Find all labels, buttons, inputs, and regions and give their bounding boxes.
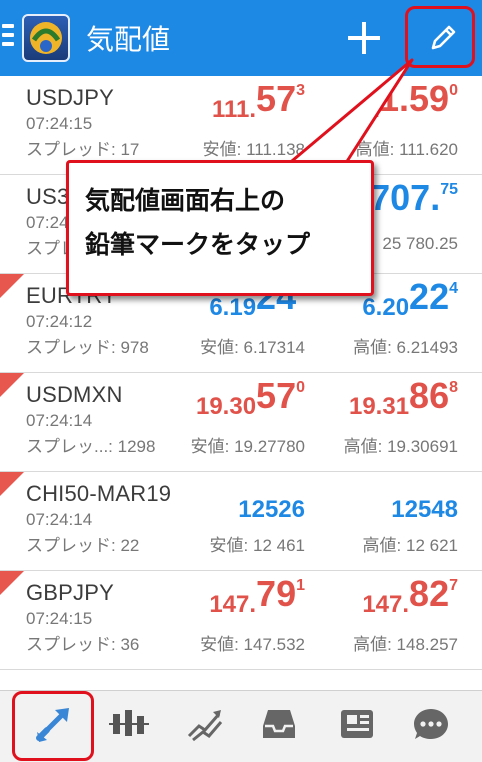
page-title: 気配値 [86, 23, 171, 56]
flag-marker [0, 571, 24, 595]
ask-price: 6.20224 [362, 276, 458, 321]
chart-candles-icon[interactable] [106, 701, 152, 747]
bid-price-big: 57 [256, 375, 297, 416]
ask-price-fraction: 75 [440, 181, 458, 198]
app-header: 気配値 [0, 0, 482, 76]
flag-marker [0, 472, 24, 496]
ask-price-big: 707. [370, 177, 441, 218]
quote-time: 07:24:12 [26, 312, 93, 331]
low-value: 安値: 6.17314 [200, 338, 305, 357]
spread-value: スプレッド: 17 [26, 140, 140, 159]
inbox-icon[interactable] [256, 701, 302, 747]
pencil-icon[interactable] [428, 23, 458, 53]
symbol-name: GBPJPY [26, 580, 115, 605]
ask-price: 12548 [391, 496, 458, 523]
quote-row[interactable]: CHI50-MAR19 07:24:14 スプレッド: 22 12526 12548 安値… [0, 472, 482, 571]
symbol-name: USDJPY [26, 85, 114, 110]
high-value: 高値: 12 621 [362, 536, 458, 555]
bid-price: 12526 [238, 474, 305, 523]
high-value: 高値: 19.30691 [343, 437, 458, 456]
ask-price-fraction: 0 [449, 82, 458, 99]
flag-marker [0, 373, 24, 397]
bid-price-prefix: 147. [209, 591, 257, 618]
bid-price-prefix: 111. [211, 96, 257, 123]
ask-price-prefix: 1 [365, 96, 380, 123]
ask-price-big: 86 [409, 375, 450, 416]
ask-price-prefix: 6.20 [362, 294, 410, 321]
bid-price: 12526 [238, 496, 305, 523]
ask-price-big: 82 [409, 573, 450, 614]
quote-time: 07:24:14 [26, 510, 93, 529]
symbol-name: CHI50-MAR19 [26, 481, 172, 506]
bid-price-big: 57 [256, 78, 297, 119]
bid-price: 111.573 [211, 78, 305, 123]
quote-time: 07:24:14 [26, 411, 93, 430]
bottom-navigation [0, 690, 482, 762]
bid-price-big: 79 [256, 573, 297, 614]
news-icon[interactable] [334, 701, 380, 747]
ask-price-fraction: 8 [449, 379, 458, 396]
callout-text: 気配値画面右上の 鉛筆マークをタップ [85, 186, 311, 259]
bid-price-fraction: 1 [296, 577, 305, 594]
ask-price-big: 22 [409, 276, 450, 317]
ask-price: 11.590 [365, 78, 458, 123]
spread-value: スプレッド: 36 [26, 635, 140, 654]
menu-icon[interactable] [2, 24, 14, 50]
low-value: 安値: 12 461 [209, 536, 305, 555]
quote-row[interactable]: GBPJPY 07:24:15 スプレッド: 36 147.791 147.827 安値:… [0, 571, 482, 670]
quote-time: 07:24:15 [26, 114, 93, 133]
instruction-callout: 気配値画面右上の 鉛筆マークをタップ [66, 160, 374, 296]
chat-icon[interactable] [408, 701, 454, 747]
flag-marker [0, 274, 24, 298]
ask-price-prefix: 147. [362, 591, 410, 618]
bid-price-prefix: 6.19 [209, 294, 257, 321]
ask-price-big: 1.59 [379, 78, 450, 119]
bid-price-fraction: 3 [296, 82, 305, 99]
trade-icon[interactable] [182, 701, 228, 747]
ask-price: 19.31868 [348, 375, 458, 420]
high-value: 高値: 148.257 [353, 635, 458, 654]
add-symbol-icon[interactable] [346, 20, 382, 56]
ask-price-fraction: 4 [449, 280, 458, 297]
high-value: 高値: 6.21493 [353, 338, 458, 357]
spread-value: スプレッ...: 1298 [26, 437, 156, 456]
bid-price: 19.30570 [195, 375, 305, 420]
ask-price-fraction: 7 [449, 577, 458, 594]
app-logo [22, 14, 70, 62]
quote-row[interactable]: USDMXN 07:24:14 スプレッ...: 1298 19.30570 19.31… [0, 373, 482, 472]
high-value: 高値: 111.620 [355, 140, 458, 159]
edit-highlight-box [405, 6, 475, 68]
spread-value: スプレッド: 978 [26, 338, 149, 357]
ask-price-prefix: 19.31 [348, 393, 410, 420]
low-value: 安値: 147.532 [200, 635, 305, 654]
low-value: 安値: 111.138 [202, 140, 305, 159]
ask-price: 147.827 [362, 573, 458, 618]
quotes-nav-icon[interactable] [30, 701, 76, 747]
spread-value: スプレッド: 22 [26, 536, 140, 555]
high-value: 25 780.25 [382, 234, 458, 253]
ask-price: 12548 [391, 474, 458, 523]
bid-price-prefix: 19.30 [195, 393, 257, 420]
quote-time: 07:24:15 [26, 609, 93, 628]
bid-price: 147.791 [209, 573, 305, 618]
symbol-name: USDMXN [26, 382, 123, 407]
low-value: 安値: 19.27780 [190, 437, 305, 456]
bid-price-fraction: 0 [296, 379, 305, 396]
